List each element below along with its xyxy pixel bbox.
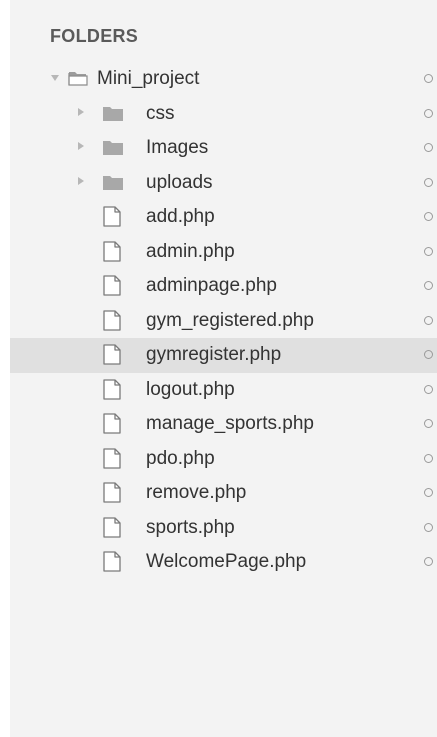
close-dot-icon[interactable] xyxy=(424,453,433,463)
folder-icon xyxy=(103,106,123,121)
disclosure-expanded-icon[interactable] xyxy=(51,75,59,81)
tree-row-root-folder[interactable]: Mini_project xyxy=(10,62,437,97)
close-dot-icon[interactable] xyxy=(424,246,433,256)
close-dot-icon[interactable] xyxy=(424,557,433,566)
disclosure-collapsed-icon[interactable] xyxy=(78,107,84,116)
file-icon xyxy=(103,240,121,262)
tree-row-folder[interactable]: Images xyxy=(10,131,437,166)
file-icon xyxy=(103,447,121,469)
tree-label-file: adminpage.php xyxy=(146,275,277,296)
file-icon xyxy=(103,516,121,538)
close-dot-icon[interactable] xyxy=(424,419,433,428)
tree-row-folder[interactable]: uploads xyxy=(10,166,437,201)
tree-label-file: add.php xyxy=(146,206,215,227)
tree-label-file: logout.php xyxy=(146,378,235,400)
close-dot-icon[interactable] xyxy=(424,281,433,290)
tree-row-folder[interactable]: css xyxy=(10,97,437,132)
tree-row-file[interactable]: gym_registered.php xyxy=(10,304,437,339)
tree-row-file[interactable]: pdo.php xyxy=(10,442,437,477)
file-icon xyxy=(103,344,121,365)
file-icon xyxy=(103,551,121,572)
close-dot-icon[interactable] xyxy=(424,74,433,83)
close-dot-icon[interactable] xyxy=(424,108,433,118)
close-dot-icon[interactable] xyxy=(424,143,433,152)
tree-row-file[interactable]: remove.php xyxy=(10,476,437,511)
tree-row-file-selected[interactable]: gymregister.php xyxy=(10,338,437,373)
folder-icon xyxy=(103,175,123,190)
tree-label-file: admin.php xyxy=(146,240,235,262)
file-icon xyxy=(103,413,121,434)
file-tree: Mini_project css Images uploads add.php … xyxy=(10,62,437,580)
tree-row-file[interactable]: sports.php xyxy=(10,511,437,546)
close-dot-icon[interactable] xyxy=(424,212,433,221)
file-icon xyxy=(103,309,121,331)
tree-label-file: sports.php xyxy=(146,516,235,538)
tree-label-file: pdo.php xyxy=(146,447,215,469)
tree-label-file: WelcomePage.php xyxy=(146,551,307,572)
tree-label-file: remove.php xyxy=(146,482,247,503)
tree-label-folder: Images xyxy=(146,137,209,158)
tree-row-file[interactable]: WelcomePage.php xyxy=(10,545,437,580)
folder-open-icon xyxy=(68,72,88,86)
close-dot-icon[interactable] xyxy=(424,350,433,359)
tree-row-file[interactable]: admin.php xyxy=(10,235,437,270)
disclosure-collapsed-icon[interactable] xyxy=(78,176,84,185)
file-icon xyxy=(103,482,121,503)
file-icon xyxy=(103,275,121,296)
tree-label-folder: uploads xyxy=(146,171,213,193)
tree-row-file[interactable]: manage_sports.php xyxy=(10,407,437,442)
tree-label-folder: css xyxy=(146,102,175,124)
tree-row-file[interactable]: adminpage.php xyxy=(10,269,437,304)
file-icon xyxy=(103,206,121,227)
tree-label-file: gym_registered.php xyxy=(146,309,314,331)
close-dot-icon[interactable] xyxy=(424,488,433,497)
disclosure-collapsed-icon[interactable] xyxy=(78,142,84,150)
tree-row-file[interactable]: logout.php xyxy=(10,373,437,408)
close-dot-icon[interactable] xyxy=(424,177,433,187)
close-dot-icon[interactable] xyxy=(424,315,433,325)
tree-label-file: gymregister.php xyxy=(146,344,282,365)
tree-row-file[interactable]: add.php xyxy=(10,200,437,235)
close-dot-icon[interactable] xyxy=(424,384,433,394)
close-dot-icon[interactable] xyxy=(424,522,433,532)
folder-icon xyxy=(103,141,123,155)
folders-header: FOLDERS xyxy=(50,26,139,46)
tree-label-root: Mini_project xyxy=(97,68,200,89)
folders-sidebar: FOLDERS Mini_project css Images uploads … xyxy=(0,0,437,737)
file-icon xyxy=(103,378,121,400)
tree-label-file: manage_sports.php xyxy=(146,413,314,434)
